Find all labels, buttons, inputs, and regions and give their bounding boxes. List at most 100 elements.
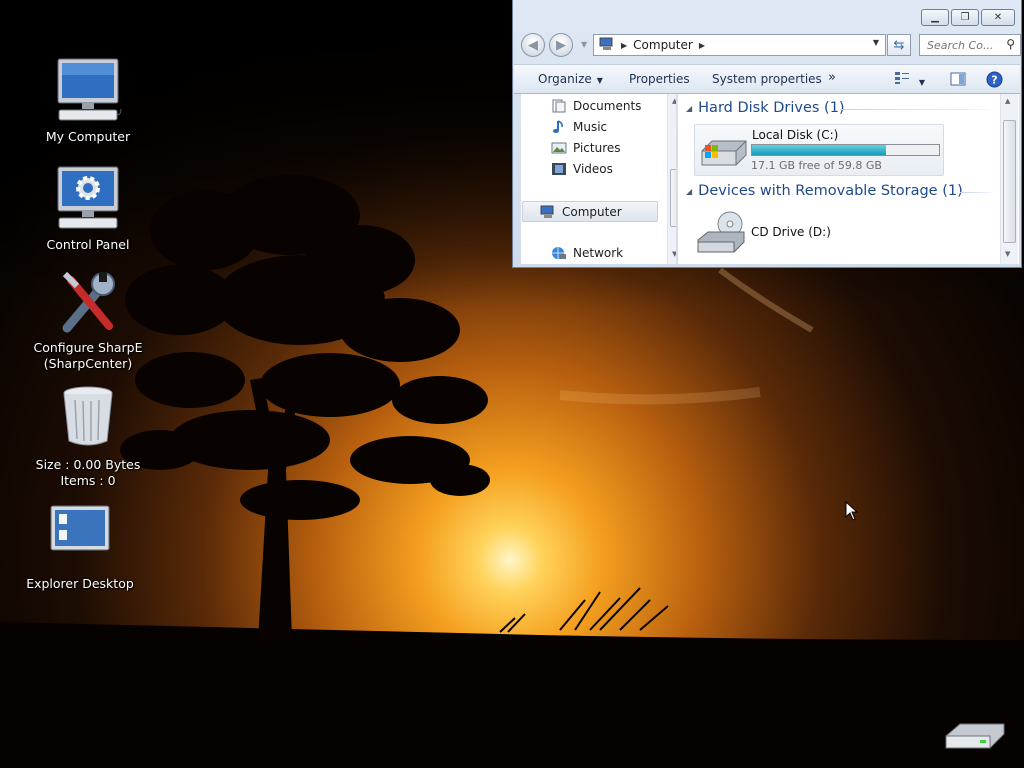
help-icon: ? bbox=[986, 71, 1003, 91]
collapse-triangle-icon[interactable]: ◢ bbox=[686, 104, 692, 113]
scroll-up-icon[interactable]: ▲ bbox=[1005, 97, 1010, 105]
recycle-bin-icon bbox=[53, 385, 123, 455]
close-button[interactable]: ✕ bbox=[981, 9, 1015, 26]
search-box[interactable]: ⚲ bbox=[919, 34, 1021, 56]
computer-icon bbox=[540, 205, 556, 219]
refresh-icon: ⇆ bbox=[893, 37, 905, 53]
breadcrumb-arrow-icon[interactable]: ▶ bbox=[621, 41, 627, 50]
back-button[interactable]: ◀ bbox=[521, 33, 545, 57]
back-arrow-icon: ◀ bbox=[528, 37, 538, 53]
explorer-desktop-icon bbox=[45, 504, 115, 574]
close-icon: ✕ bbox=[993, 12, 1003, 23]
desktop-icon-label-line1: Size : 0.00 Bytes bbox=[35, 457, 141, 472]
breadcrumb-arrow-icon[interactable]: ▶ bbox=[699, 41, 705, 50]
forward-arrow-icon: ▶ bbox=[556, 37, 566, 53]
search-input[interactable] bbox=[927, 38, 997, 52]
desktop-icon-label: Explorer Desktop bbox=[26, 576, 134, 591]
pictures-icon bbox=[551, 141, 567, 155]
nav-item-computer[interactable]: Computer bbox=[522, 201, 658, 222]
desktop-icon-configure-sharpe[interactable]: Configure SharpE (SharpCenter) bbox=[23, 268, 153, 372]
desktop-icon-recycle-bin[interactable]: Size : 0.00 Bytes Items : 0 bbox=[23, 385, 153, 489]
address-bar[interactable]: ▶ Computer ▶ ▼ bbox=[593, 34, 886, 56]
nav-item-label: Computer bbox=[562, 204, 622, 219]
chevron-down-icon: ▼ bbox=[596, 76, 603, 85]
computer-icon bbox=[53, 57, 123, 127]
desktop-icon-label: My Computer bbox=[45, 129, 131, 144]
address-dropdown-icon[interactable]: ▼ bbox=[873, 38, 879, 47]
nav-item-label: Videos bbox=[573, 162, 613, 176]
minimize-icon: ▁ bbox=[931, 12, 939, 23]
control-panel-icon bbox=[53, 165, 123, 235]
svg-text:?: ? bbox=[991, 74, 997, 87]
nav-pane-scrollbar[interactable]: ▲ ▼ bbox=[667, 94, 676, 264]
drive-cd-d[interactable]: CD Drive (D:) bbox=[751, 225, 831, 239]
minimize-button[interactable]: ▁ bbox=[921, 9, 949, 26]
scroll-down-icon[interactable]: ▼ bbox=[672, 250, 676, 258]
desktop-icon-my-computer[interactable]: My Computer bbox=[23, 57, 153, 145]
drive-usage-bar bbox=[751, 144, 940, 156]
preview-pane-button[interactable] bbox=[950, 72, 966, 89]
nav-item-documents[interactable]: Documents bbox=[551, 97, 641, 115]
organize-button[interactable]: Organize ▼ bbox=[538, 72, 603, 86]
content-pane: ◢ Hard Disk Drives (1) Local Disk (C:) 1… bbox=[678, 94, 1019, 264]
system-properties-button[interactable]: System properties bbox=[712, 72, 822, 86]
desktop-icon-label-line2: (SharpCenter) bbox=[43, 356, 133, 371]
group-divider bbox=[840, 109, 990, 110]
scroll-down-icon[interactable]: ▼ bbox=[1005, 250, 1010, 258]
mouse-cursor-icon bbox=[845, 501, 859, 521]
recent-pages-dropdown-icon[interactable]: ▼ bbox=[581, 40, 587, 49]
nav-item-videos[interactable]: Videos bbox=[551, 160, 613, 178]
address-location[interactable]: Computer bbox=[633, 38, 693, 52]
navigation-pane: Documents Music Pictures Videos Computer… bbox=[521, 94, 677, 264]
search-icon[interactable]: ⚲ bbox=[1006, 37, 1015, 51]
refresh-button[interactable]: ⇆ bbox=[887, 34, 911, 56]
network-icon bbox=[551, 246, 567, 260]
collapse-triangle-icon[interactable]: ◢ bbox=[686, 187, 692, 196]
videos-icon bbox=[551, 162, 567, 176]
computer-icon bbox=[599, 37, 615, 54]
hard-drive-icon bbox=[698, 135, 748, 172]
scroll-up-icon[interactable]: ▲ bbox=[672, 97, 676, 105]
nav-item-label: Network bbox=[573, 246, 624, 260]
restore-icon: ❐ bbox=[960, 12, 970, 23]
organize-label: Organize bbox=[538, 72, 592, 86]
desktop-icon-control-panel[interactable]: Control Panel bbox=[23, 165, 153, 253]
nav-item-network[interactable]: Network bbox=[551, 244, 623, 262]
desktop-icon-label-line1: Configure SharpE bbox=[33, 340, 143, 355]
nav-item-music[interactable]: Music bbox=[551, 118, 607, 136]
desktop-icon-explorer-desktop[interactable]: Explorer Desktop bbox=[15, 504, 145, 592]
scrollbar-thumb[interactable] bbox=[670, 169, 676, 227]
scrollbar-thumb[interactable] bbox=[1003, 120, 1016, 243]
nav-item-label: Documents bbox=[573, 99, 642, 113]
nav-item-label: Pictures bbox=[573, 141, 621, 155]
documents-icon bbox=[551, 99, 567, 113]
tools-icon bbox=[53, 268, 123, 338]
group-header-removable-storage[interactable]: ◢ Devices with Removable Storage (1) bbox=[686, 183, 963, 199]
change-view-button[interactable]: ▼ bbox=[894, 71, 925, 88]
drive-usage-fill bbox=[752, 145, 886, 155]
maximize-button[interactable]: ❐ bbox=[951, 9, 979, 26]
content-scrollbar[interactable]: ▲ ▼ bbox=[1000, 94, 1018, 264]
drive-local-disk-c[interactable]: Local Disk (C:) 17.1 GB free of 59.8 GB bbox=[694, 124, 944, 176]
group-header-label: Devices with Removable Storage (1) bbox=[698, 183, 963, 199]
view-icon bbox=[894, 72, 914, 88]
cd-drive-icon[interactable] bbox=[696, 210, 748, 259]
drive-free-space: 17.1 GB free of 59.8 GB bbox=[751, 159, 882, 172]
navigation-bar: ◀ ▶ ▼ ▶ Computer ▶ ▼ ⇆ ⚲ bbox=[519, 32, 1021, 58]
desktop-icon-label-line2: Items : 0 bbox=[60, 473, 116, 488]
command-bar: Organize ▼ Properties System properties »… bbox=[514, 64, 1020, 94]
music-icon bbox=[551, 120, 567, 134]
properties-button[interactable]: Properties bbox=[629, 72, 690, 86]
group-header-label: Hard Disk Drives (1) bbox=[698, 100, 845, 116]
nav-item-pictures[interactable]: Pictures bbox=[551, 139, 621, 157]
help-button[interactable]: ? bbox=[986, 71, 1003, 91]
desktop-icon-label: Control Panel bbox=[46, 237, 130, 252]
group-header-hard-disk-drives[interactable]: ◢ Hard Disk Drives (1) bbox=[686, 100, 845, 116]
forward-button[interactable]: ▶ bbox=[549, 33, 573, 57]
explorer-window[interactable]: ▁ ❐ ✕ ◀ ▶ ▼ ▶ Computer ▶ ▼ ⇆ ⚲ Organize ▼… bbox=[512, 0, 1022, 268]
group-divider bbox=[960, 192, 992, 193]
more-commands-button[interactable]: » bbox=[828, 70, 836, 85]
nav-item-label: Music bbox=[573, 120, 608, 134]
caption-buttons: ▁ ❐ ✕ bbox=[921, 9, 1015, 27]
removable-drive-icon[interactable] bbox=[944, 718, 1006, 752]
